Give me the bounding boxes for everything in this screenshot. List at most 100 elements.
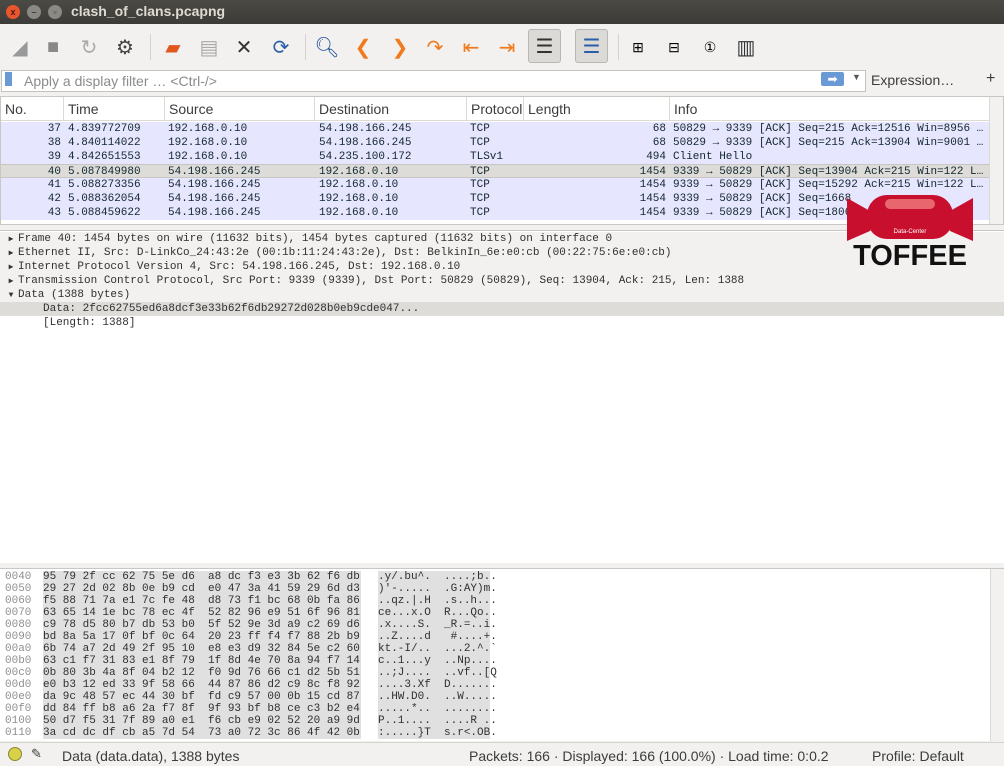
detail-text: Ethernet II, Src: D-LinkCo_24:43:2e (00:…: [18, 247, 672, 259]
hex-bytes[interactable]: 63 65 14 1e bc 78 ec 4f 52 82 96 e9 51 6…: [43, 607, 361, 619]
stop-capture-icon[interactable]: ■: [40, 34, 66, 60]
hex-bytes[interactable]: 63 c1 f7 31 83 e1 8f 79 1f 8d 4e 70 8a 9…: [43, 655, 361, 667]
packet-row[interactable]: 38 4.840114022 192.168.0.10 54.198.166.245 T…: [1, 136, 989, 150]
hex-bytes[interactable]: dd 84 ff b8 a6 2a f7 8f 9f 93 bf b8 ce c…: [43, 703, 361, 715]
hex-ascii[interactable]: ..Z....d #....+.: [378, 631, 497, 643]
go-forward-icon[interactable]: ❯: [387, 34, 413, 60]
packet-row[interactable]: 40 5.087849980 54.198.166.245 192.168.0.10 T…: [1, 164, 989, 178]
colorize-icon[interactable]: ☰: [575, 29, 608, 63]
filter-dropdown-icon[interactable]: ▼: [852, 72, 861, 82]
cell-len: 68: [652, 137, 666, 149]
go-back-icon[interactable]: ❮: [350, 34, 376, 60]
edit-comment-icon[interactable]: ✎: [31, 746, 42, 762]
maximize-window-button[interactable]: ▫: [48, 5, 62, 19]
bytes-scrollbar[interactable]: [990, 569, 1004, 741]
cell-info: 9339 → 50829 [ACK] Seq=13904 Ack=215 Win…: [673, 166, 984, 178]
cell-dst: 192.168.0.10: [319, 207, 399, 219]
column-no[interactable]: No.: [1, 97, 63, 121]
detail-tree-item[interactable]: ▶ Transmission Control Protocol, Src Port…: [0, 274, 1004, 288]
column-destination[interactable]: Destination: [314, 97, 466, 121]
filter-bookmark-icon[interactable]: [5, 72, 12, 86]
autoscroll-icon[interactable]: ☰: [528, 29, 561, 63]
hex-ascii[interactable]: ....3.Xf D.......: [378, 679, 497, 691]
hex-bytes[interactable]: 6b 74 a7 2d 49 2f 95 10 e8 e3 d9 32 84 5…: [43, 643, 361, 655]
hex-ascii[interactable]: ..HW.D0. ..W.....: [378, 691, 497, 703]
hex-row: 0050 29 27 2d 02 8b 0e b9 cd e0 47 3a 41 …: [0, 583, 990, 595]
cell-proto: TCP: [470, 207, 490, 219]
hex-bytes[interactable]: 50 d7 f5 31 7f 89 a0 e1 f6 cb e9 02 52 2…: [43, 715, 361, 727]
minimize-window-button[interactable]: –: [27, 5, 41, 19]
restart-capture-icon[interactable]: ↻: [76, 34, 102, 60]
save-file-icon[interactable]: ▤: [196, 34, 222, 60]
hex-bytes[interactable]: 29 27 2d 02 8b 0e b9 cd e0 47 3a 41 59 2…: [43, 583, 361, 595]
collapsed-arrow-icon[interactable]: ▶: [4, 233, 18, 247]
detail-text: Data: 2fcc62755ed6a8dcf3e33b62f6db29272d…: [43, 303, 420, 315]
hex-ascii[interactable]: ..qz.|.H .s..h...: [378, 595, 497, 607]
collapsed-arrow-icon[interactable]: ▶: [4, 261, 18, 275]
packet-row[interactable]: 39 4.842651553 192.168.0.10 54.235.100.172 T…: [1, 150, 989, 164]
hex-bytes[interactable]: c9 78 d5 80 b7 db 53 b0 5f 52 9e 3d a9 c…: [43, 619, 361, 631]
normal-size-icon[interactable]: ①: [697, 34, 723, 60]
zoom-in-icon[interactable]: ⊞: [625, 34, 651, 60]
cell-no: 39: [47, 151, 61, 163]
hex-ascii[interactable]: ce...x.O R...Qo..: [378, 607, 497, 619]
find-packet-icon[interactable]: 🔍︎: [314, 34, 340, 60]
column-time[interactable]: Time: [63, 97, 164, 121]
profile-status[interactable]: Profile: Default: [872, 748, 964, 764]
hex-row: 00a0 6b 74 a7 2d 49 2f 95 10 e8 e3 d9 32 …: [0, 643, 990, 655]
apply-filter-button[interactable]: ➡: [821, 72, 844, 86]
hex-ascii[interactable]: ..;J.... ..vf..[Q: [378, 667, 497, 679]
hex-ascii[interactable]: .y/.bu^. ....;b..: [378, 571, 497, 583]
hex-ascii[interactable]: P..1.... ....R ..: [378, 715, 497, 727]
expert-info-icon[interactable]: [8, 747, 22, 761]
expression-button[interactable]: Expression…: [871, 72, 954, 88]
hex-offset: 00a0: [5, 643, 32, 655]
hex-row: 0080 c9 78 d5 80 b7 db 53 b0 5f 52 9e 3d …: [0, 619, 990, 631]
collapsed-arrow-icon[interactable]: ▶: [4, 275, 18, 289]
hex-bytes[interactable]: 95 79 2f cc 62 75 5e d6 a8 dc f3 e3 3b 6…: [43, 571, 361, 583]
packet-row[interactable]: 42 5.088362054 54.198.166.245 192.168.0.10 T…: [1, 192, 989, 206]
hex-ascii[interactable]: .x....S. _R.=..i.: [378, 619, 497, 631]
open-file-icon[interactable]: ▰: [160, 34, 186, 60]
detail-tree-item[interactable]: ▼ Data (1388 bytes): [0, 288, 1004, 302]
selected-field-status: Data (data.data), 1388 bytes: [62, 748, 240, 764]
go-to-packet-icon[interactable]: ↷: [422, 34, 448, 60]
hex-bytes[interactable]: f5 88 71 7a e1 7c fe 48 d8 73 f1 bc 68 0…: [43, 595, 361, 607]
close-window-button[interactable]: x: [6, 5, 20, 19]
hex-ascii[interactable]: c..1...y ..Np....: [378, 655, 497, 667]
detail-tree-item[interactable]: Data: 2fcc62755ed6a8dcf3e33b62f6db29272d…: [0, 302, 1004, 316]
first-packet-icon[interactable]: ⇤: [458, 34, 484, 60]
hex-row: 00f0 dd 84 ff b8 a6 2a f7 8f 9f 93 bf b8 …: [0, 703, 990, 715]
column-length[interactable]: Length: [523, 97, 669, 121]
resize-columns-icon[interactable]: ▥: [733, 34, 759, 60]
packet-list-scrollbar[interactable]: [989, 97, 1003, 224]
expanded-arrow-icon[interactable]: ▼: [4, 289, 18, 303]
hex-ascii[interactable]: .....*.. ........: [378, 703, 497, 715]
add-filter-button[interactable]: +: [986, 70, 995, 88]
hex-bytes[interactable]: da 9c 48 57 ec 44 30 bf fd c9 57 00 0b 1…: [43, 691, 361, 703]
hex-bytes[interactable]: bd 8a 5a 17 0f bf 0c 64 20 23 ff f4 f7 8…: [43, 631, 361, 643]
collapsed-arrow-icon[interactable]: ▶: [4, 247, 18, 261]
hex-bytes[interactable]: e0 b3 12 ed 33 9f 58 66 44 87 86 d2 c9 8…: [43, 679, 361, 691]
last-packet-icon[interactable]: ⇥: [494, 34, 520, 60]
hex-bytes[interactable]: 3a cd dc df cb a5 7d 54 73 a0 72 3c 86 4…: [43, 727, 361, 739]
capture-options-icon[interactable]: ⚙: [112, 34, 138, 60]
packet-row[interactable]: 41 5.088273356 54.198.166.245 192.168.0.10 T…: [1, 178, 989, 192]
hex-bytes[interactable]: 0b 80 3b 4a 8f 04 b2 12 f0 9d 76 66 c1 d…: [43, 667, 361, 679]
reload-file-icon[interactable]: ⟳: [268, 34, 294, 60]
start-capture-icon[interactable]: ◢: [7, 34, 33, 60]
detail-tree-item[interactable]: [Length: 1388]: [0, 316, 1004, 330]
zoom-out-icon[interactable]: ⊟: [661, 34, 687, 60]
column-source[interactable]: Source: [164, 97, 314, 121]
packet-row[interactable]: 37 4.839772709 192.168.0.10 54.198.166.245 T…: [1, 122, 989, 136]
close-file-icon[interactable]: ✕: [231, 34, 257, 60]
detail-text: Frame 40: 1454 bytes on wire (11632 bits…: [18, 233, 613, 245]
display-filter-input[interactable]: Apply a display filter … <Ctrl-/>: [1, 70, 866, 92]
hex-ascii[interactable]: :.....}T s.r<.OB.: [378, 727, 497, 739]
cell-len: 1454: [639, 166, 666, 178]
column-info[interactable]: Info: [669, 97, 989, 121]
packet-row[interactable]: 43 5.088459622 54.198.166.245 192.168.0.10 T…: [1, 206, 989, 220]
hex-ascii[interactable]: )'-..... .G:AY)m.: [378, 583, 497, 595]
hex-ascii[interactable]: kt.-I/.. ...2.^.`: [378, 643, 497, 655]
column-protocol[interactable]: Protocol: [466, 97, 523, 121]
